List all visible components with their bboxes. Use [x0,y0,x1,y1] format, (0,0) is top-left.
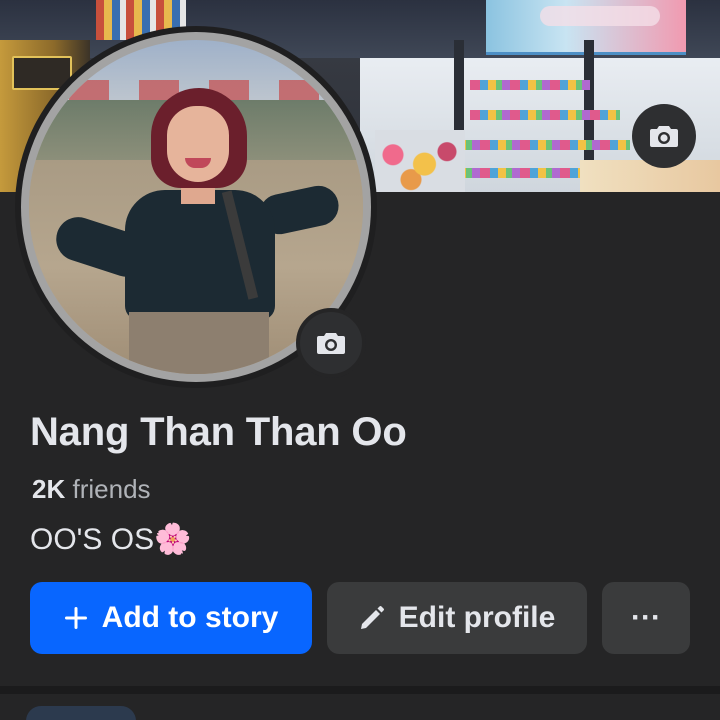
avatar-top [125,190,275,320]
cover-banner-graphic [540,6,660,26]
friends-count-number: 2K [32,474,66,504]
more-icon: ··· [631,601,661,634]
more-options-button[interactable]: ··· [602,582,690,654]
friends-label: friends [72,474,151,504]
profile-bio: OO'S OS🌸 [30,523,192,556]
cover-flowers [375,130,465,192]
edit-profile-label: Edit profile [398,601,556,634]
friends-count[interactable]: 2K friends [32,474,151,505]
camera-icon [650,126,678,147]
section-divider [0,686,720,694]
edit-profile-photo-button[interactable] [296,308,366,378]
add-to-story-label: Add to story [101,601,279,634]
cover-shelf [470,80,590,90]
profile-name: Nang Than Than Oo [30,410,407,454]
camera-icon [317,333,345,354]
plus-icon [64,606,88,630]
edit-cover-photo-button[interactable] [632,104,696,168]
pencil-icon [359,605,385,631]
avatar-skirt [129,312,269,374]
next-section-tab[interactable] [26,706,136,720]
avatar-face [167,106,229,182]
add-to-story-button[interactable]: Add to story [30,582,312,654]
cover-shelf [440,140,630,150]
cover-shelf [470,110,620,120]
profile-page: Nang Than Than Oo 2K friends OO'S OS🌸 Ad… [0,0,720,720]
edit-profile-button[interactable]: Edit profile [327,582,587,654]
